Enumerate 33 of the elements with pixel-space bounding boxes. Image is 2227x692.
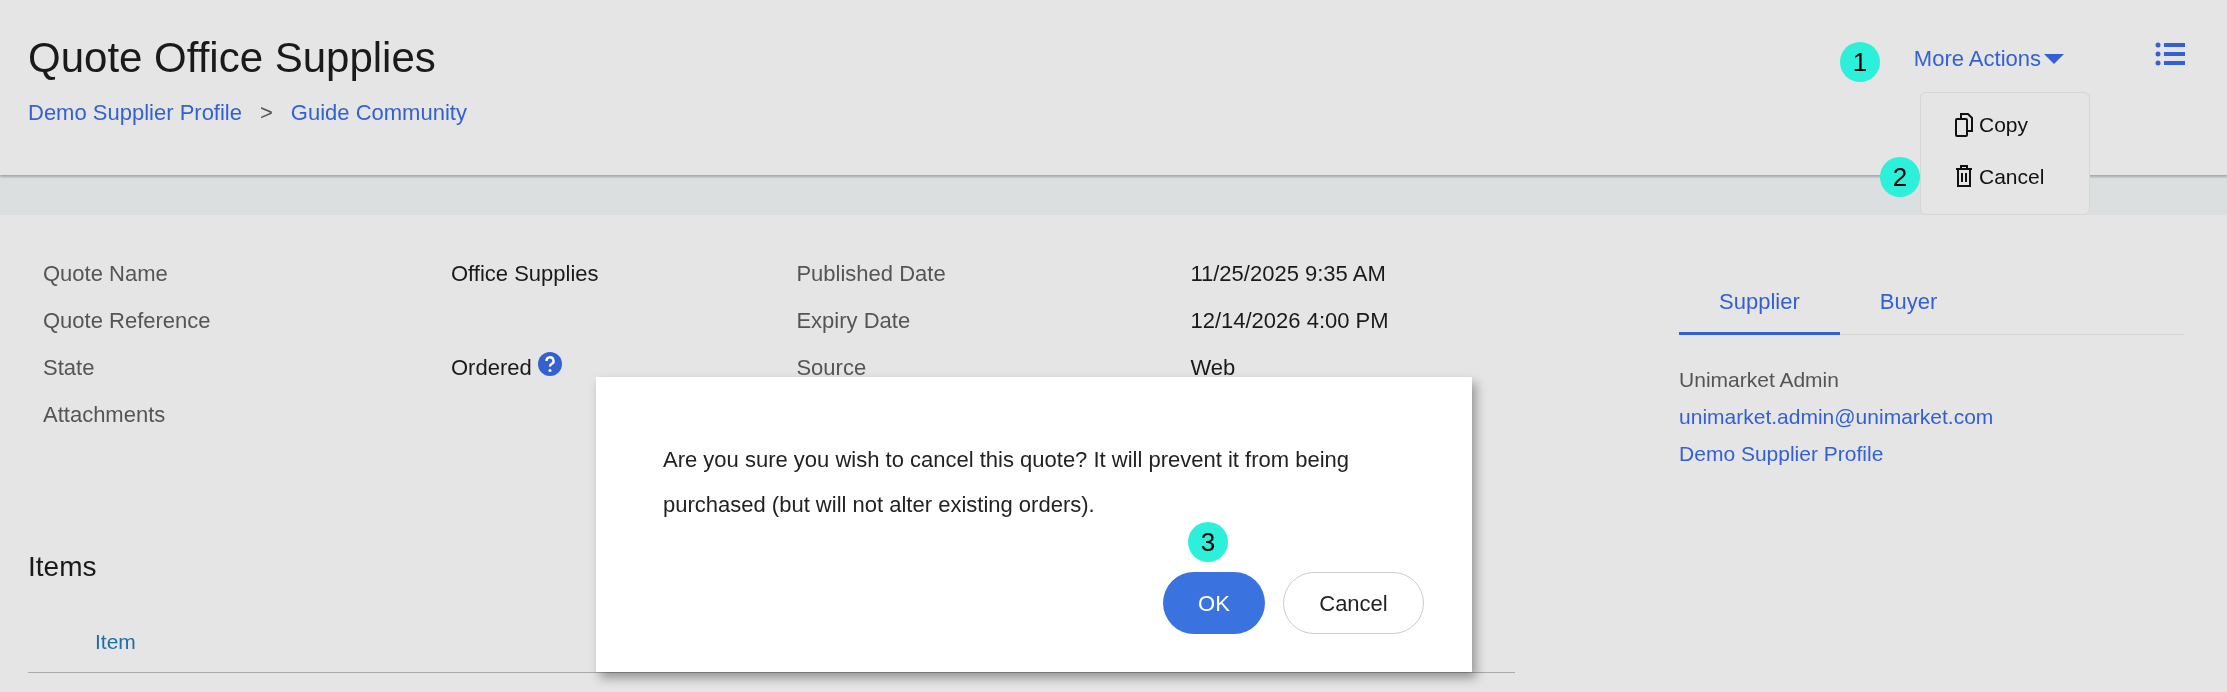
page-title: Quote Office Supplies bbox=[28, 34, 437, 82]
field-label: Quote Name bbox=[43, 260, 169, 288]
section-heading: Items bbox=[28, 550, 98, 584]
breadcrumb-link[interactable]: Demo Supplier Profile bbox=[28, 96, 242, 129]
contact-name: Unimarket Admin bbox=[1679, 367, 1840, 393]
menu-item[interactable]: Cancel bbox=[1955, 160, 2055, 192]
list-icon[interactable] bbox=[2155, 42, 2185, 66]
field-label: Quote Reference bbox=[43, 307, 212, 335]
more-actions-button[interactable]: More Actions bbox=[1913, 42, 2065, 75]
field-label: Expiry Date bbox=[796, 307, 912, 335]
dialog-message: Are you sure you wish to cancel this quote? It will prevent it from being purchased (but will not alter existing orders). bbox=[663, 446, 1350, 519]
field-value: Web bbox=[1190, 354, 1236, 382]
supplier-profile-link[interactable]: Demo Supplier Profile bbox=[1679, 435, 2184, 472]
help-icon[interactable] bbox=[537, 352, 562, 376]
trash-icon bbox=[1955, 164, 1973, 189]
field-value: 12/14/2026 4:00 PM bbox=[1190, 307, 1389, 335]
field-label: Published Date bbox=[796, 260, 947, 288]
field-label: State bbox=[43, 354, 96, 382]
party-tab[interactable]: Buyer bbox=[1839, 285, 1978, 335]
breadcrumb-link[interactable]: Guide Community bbox=[290, 96, 467, 129]
copy-icon bbox=[1955, 112, 1973, 137]
party-tab[interactable]: Supplier bbox=[1679, 285, 1840, 335]
field-label: Source bbox=[796, 354, 868, 382]
contact-email-link[interactable]: unimarket.admin@unimarket.com bbox=[1679, 398, 2184, 435]
cancel-button[interactable]: Cancel bbox=[1283, 572, 1424, 634]
field-value: Ordered bbox=[451, 354, 532, 382]
ok-button[interactable]: OK bbox=[1163, 572, 1265, 634]
breadcrumb-separator: > bbox=[260, 99, 273, 127]
field-value: 11/25/2025 9:35 AM bbox=[1190, 260, 1386, 288]
field-label: Attachments bbox=[43, 401, 167, 429]
column-header: Item bbox=[95, 629, 136, 655]
menu-item[interactable]: Copy bbox=[1955, 109, 2055, 141]
field-value: Office Supplies bbox=[451, 260, 599, 288]
